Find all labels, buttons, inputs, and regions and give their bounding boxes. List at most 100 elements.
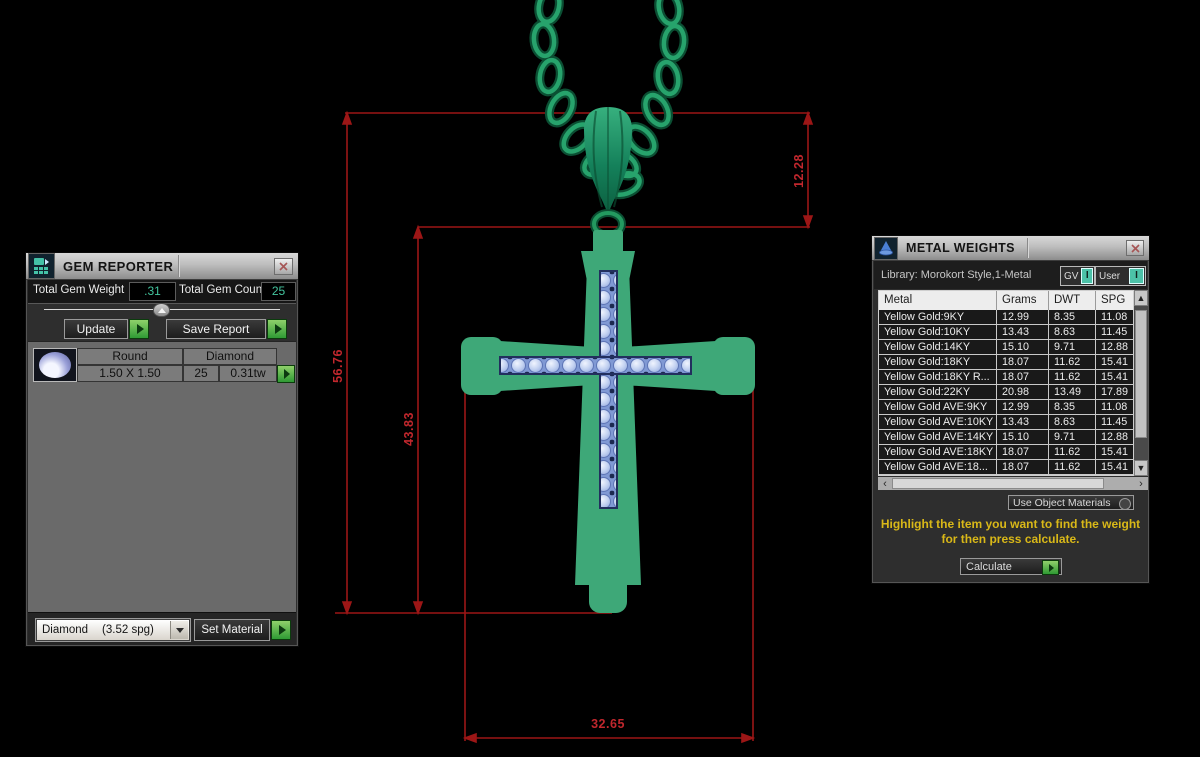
metal-cell-grams[interactable]: 15.10 <box>997 340 1049 354</box>
metal-row[interactable]: Yellow Gold:14KY 15.10 9.71 12.88 <box>879 340 1135 355</box>
metal-cell-grams[interactable]: 13.43 <box>997 325 1049 339</box>
metal-cell-dwt[interactable]: 11.62 <box>1049 460 1096 474</box>
metal-cell-grams[interactable]: 13.43 <box>997 415 1049 429</box>
metal-cell-spg[interactable]: 12.88 <box>1096 430 1135 444</box>
metal-cell-spg[interactable]: 17.89 <box>1096 385 1135 399</box>
metal-row[interactable]: Yellow Gold AVE:18KY 18.07 11.62 15.41 <box>879 445 1135 460</box>
metal-cell-spg[interactable]: 12.88 <box>1096 340 1135 354</box>
metal-weights-close-icon[interactable] <box>1126 240 1144 256</box>
material-spg: (3.52 spg) <box>102 624 154 636</box>
metal-cell-grams[interactable]: 18.07 <box>997 355 1049 369</box>
gem-count-cell[interactable]: 25 <box>183 365 219 382</box>
metal-cell-metal[interactable]: Yellow Gold AVE:10KY <box>879 415 997 429</box>
gem-shape-header[interactable]: Round <box>77 348 183 365</box>
metal-row[interactable]: Yellow Gold AVE:10KY 13.43 8.63 11.45 <box>879 415 1135 430</box>
gem-reporter-close-icon[interactable] <box>274 258 293 275</box>
set-material-button[interactable]: Set Material <box>194 619 270 641</box>
user-toggle-button[interactable]: User I <box>1095 266 1146 286</box>
user-label: User <box>1099 270 1121 282</box>
material-dropdown[interactable]: Diamond (3.52 spg) <box>36 619 190 641</box>
metal-weights-icon <box>874 236 898 260</box>
metal-row[interactable]: Yellow Gold AVE:14KY 15.10 9.71 12.88 <box>879 430 1135 445</box>
metal-cell-metal[interactable]: Yellow Gold:18KY R... <box>879 370 997 384</box>
metal-cell-metal[interactable]: Yellow Gold:22KY <box>879 385 997 399</box>
metal-cell-spg[interactable]: 15.41 <box>1096 445 1135 459</box>
metal-cell-spg[interactable]: 11.45 <box>1096 325 1135 339</box>
scroll-right-icon[interactable]: › <box>1134 477 1148 490</box>
gem-thumbnail[interactable] <box>33 348 77 382</box>
metal-cell-dwt[interactable]: 8.63 <box>1049 415 1096 429</box>
metal-row[interactable]: Yellow Gold AVE:9KY 12.99 8.35 11.08 <box>879 400 1135 415</box>
metal-cell-spg[interactable]: 15.41 <box>1096 355 1135 369</box>
update-play-icon[interactable] <box>129 319 149 339</box>
metal-row[interactable]: Yellow Gold:9KY 12.99 8.35 11.08 <box>879 310 1135 325</box>
save-report-play-icon[interactable] <box>267 319 287 339</box>
gem-reporter-title: GEM REPORTER <box>63 258 174 274</box>
metal-cell-dwt[interactable]: 11.62 <box>1049 370 1096 384</box>
gv-toggle-button[interactable]: GV I <box>1060 266 1095 286</box>
metal-cell-metal[interactable]: Yellow Gold AVE:9KY <box>879 400 997 414</box>
metal-cell-dwt[interactable]: 9.71 <box>1049 430 1096 444</box>
scroll-down-icon[interactable]: ▼ <box>1134 460 1148 476</box>
slider-thumb[interactable] <box>153 303 170 317</box>
metal-cell-metal[interactable]: Yellow Gold:9KY <box>879 310 997 324</box>
metal-cell-metal[interactable]: Yellow Gold:14KY <box>879 340 997 354</box>
calculate-play-icon[interactable] <box>1042 560 1059 575</box>
gem-size-slider[interactable] <box>28 303 296 317</box>
metal-cell-grams[interactable]: 18.07 <box>997 370 1049 384</box>
metal-cell-metal[interactable]: Yellow Gold AVE:14KY <box>879 430 997 444</box>
calculate-button[interactable]: Calculate <box>960 558 1062 575</box>
metal-cell-metal[interactable]: Yellow Gold AVE:18... <box>879 460 997 474</box>
dropdown-arrow-icon[interactable] <box>170 621 188 639</box>
metal-cell-grams[interactable]: 20.98 <box>997 385 1049 399</box>
metal-row[interactable]: Yellow Gold:18KY R... 18.07 11.62 15.41 <box>879 370 1135 385</box>
scroll-left-icon[interactable]: ‹ <box>878 477 892 490</box>
metal-cell-grams[interactable]: 18.07 <box>997 445 1049 459</box>
metal-row[interactable]: Yellow Gold:22KY 20.98 13.49 17.89 <box>879 385 1135 400</box>
column-metal: Metal <box>879 291 997 310</box>
metal-cell-spg[interactable]: 11.08 <box>1096 400 1135 414</box>
update-button[interactable]: Update <box>64 319 128 339</box>
metal-row[interactable]: Yellow Gold:18KY 18.07 11.62 15.41 <box>879 355 1135 370</box>
metal-cell-metal[interactable]: Yellow Gold AVE:18KY <box>879 445 997 459</box>
gem-size-cell[interactable]: 1.50 X 1.50 <box>77 365 183 382</box>
metal-cell-grams[interactable]: 12.99 <box>997 400 1049 414</box>
gem-material-header[interactable]: Diamond <box>183 348 277 365</box>
metal-cell-spg[interactable]: 11.45 <box>1096 415 1135 429</box>
metal-cell-metal[interactable]: Yellow Gold:10KY <box>879 325 997 339</box>
horizontal-scrollbar[interactable]: ‹ › <box>878 477 1148 490</box>
bail[interactable] <box>584 107 632 239</box>
gv-label: GV <box>1064 270 1079 282</box>
gem-row-play-icon[interactable] <box>277 365 295 383</box>
gem-reporter-titlebar[interactable]: GEM REPORTER <box>26 253 298 280</box>
column-grams: Grams <box>997 291 1049 310</box>
metal-cell-dwt[interactable]: 13.49 <box>1049 385 1096 399</box>
metal-cell-metal[interactable]: Yellow Gold:18KY <box>879 355 997 369</box>
save-report-button[interactable]: Save Report <box>166 319 266 339</box>
metal-cell-dwt[interactable]: 8.35 <box>1049 400 1096 414</box>
metal-cell-dwt[interactable]: 8.63 <box>1049 325 1096 339</box>
gem-weight-cell[interactable]: 0.31tw <box>219 365 277 382</box>
metal-row[interactable]: Yellow Gold:10KY 13.43 8.63 11.45 <box>879 325 1135 340</box>
metal-cell-grams[interactable]: 12.99 <box>997 310 1049 324</box>
scroll-up-icon[interactable]: ▲ <box>1134 290 1148 306</box>
metal-cell-spg[interactable]: 11.08 <box>1096 310 1135 324</box>
metal-cell-spg[interactable]: 15.41 <box>1096 370 1135 384</box>
set-material-play-icon[interactable] <box>271 620 291 640</box>
dim-cross-width: 32.65 <box>591 717 625 731</box>
metal-cell-dwt[interactable]: 11.62 <box>1049 355 1096 369</box>
vertical-scrollbar[interactable]: ▲ ▼ <box>1134 290 1148 476</box>
metal-cell-dwt[interactable]: 9.71 <box>1049 340 1096 354</box>
metal-row[interactable]: Yellow Gold AVE:18... 18.07 11.62 15.41 <box>879 460 1135 475</box>
metal-cell-spg[interactable]: 15.41 <box>1096 460 1135 474</box>
metal-cell-grams[interactable]: 18.07 <box>997 460 1049 474</box>
metal-cell-grams[interactable]: 15.10 <box>997 430 1049 444</box>
vertical-scroll-thumb[interactable] <box>1135 310 1147 438</box>
horizontal-scroll-thumb[interactable] <box>892 478 1104 489</box>
use-object-materials-label: Use Object Materials <box>1013 496 1111 509</box>
material-selected: Diamond <box>42 624 89 636</box>
metal-weights-titlebar[interactable]: METAL WEIGHTS <box>872 236 1149 261</box>
use-object-materials-button[interactable]: Use Object Materials <box>1008 495 1134 510</box>
metal-cell-dwt[interactable]: 8.35 <box>1049 310 1096 324</box>
metal-cell-dwt[interactable]: 11.62 <box>1049 445 1096 459</box>
